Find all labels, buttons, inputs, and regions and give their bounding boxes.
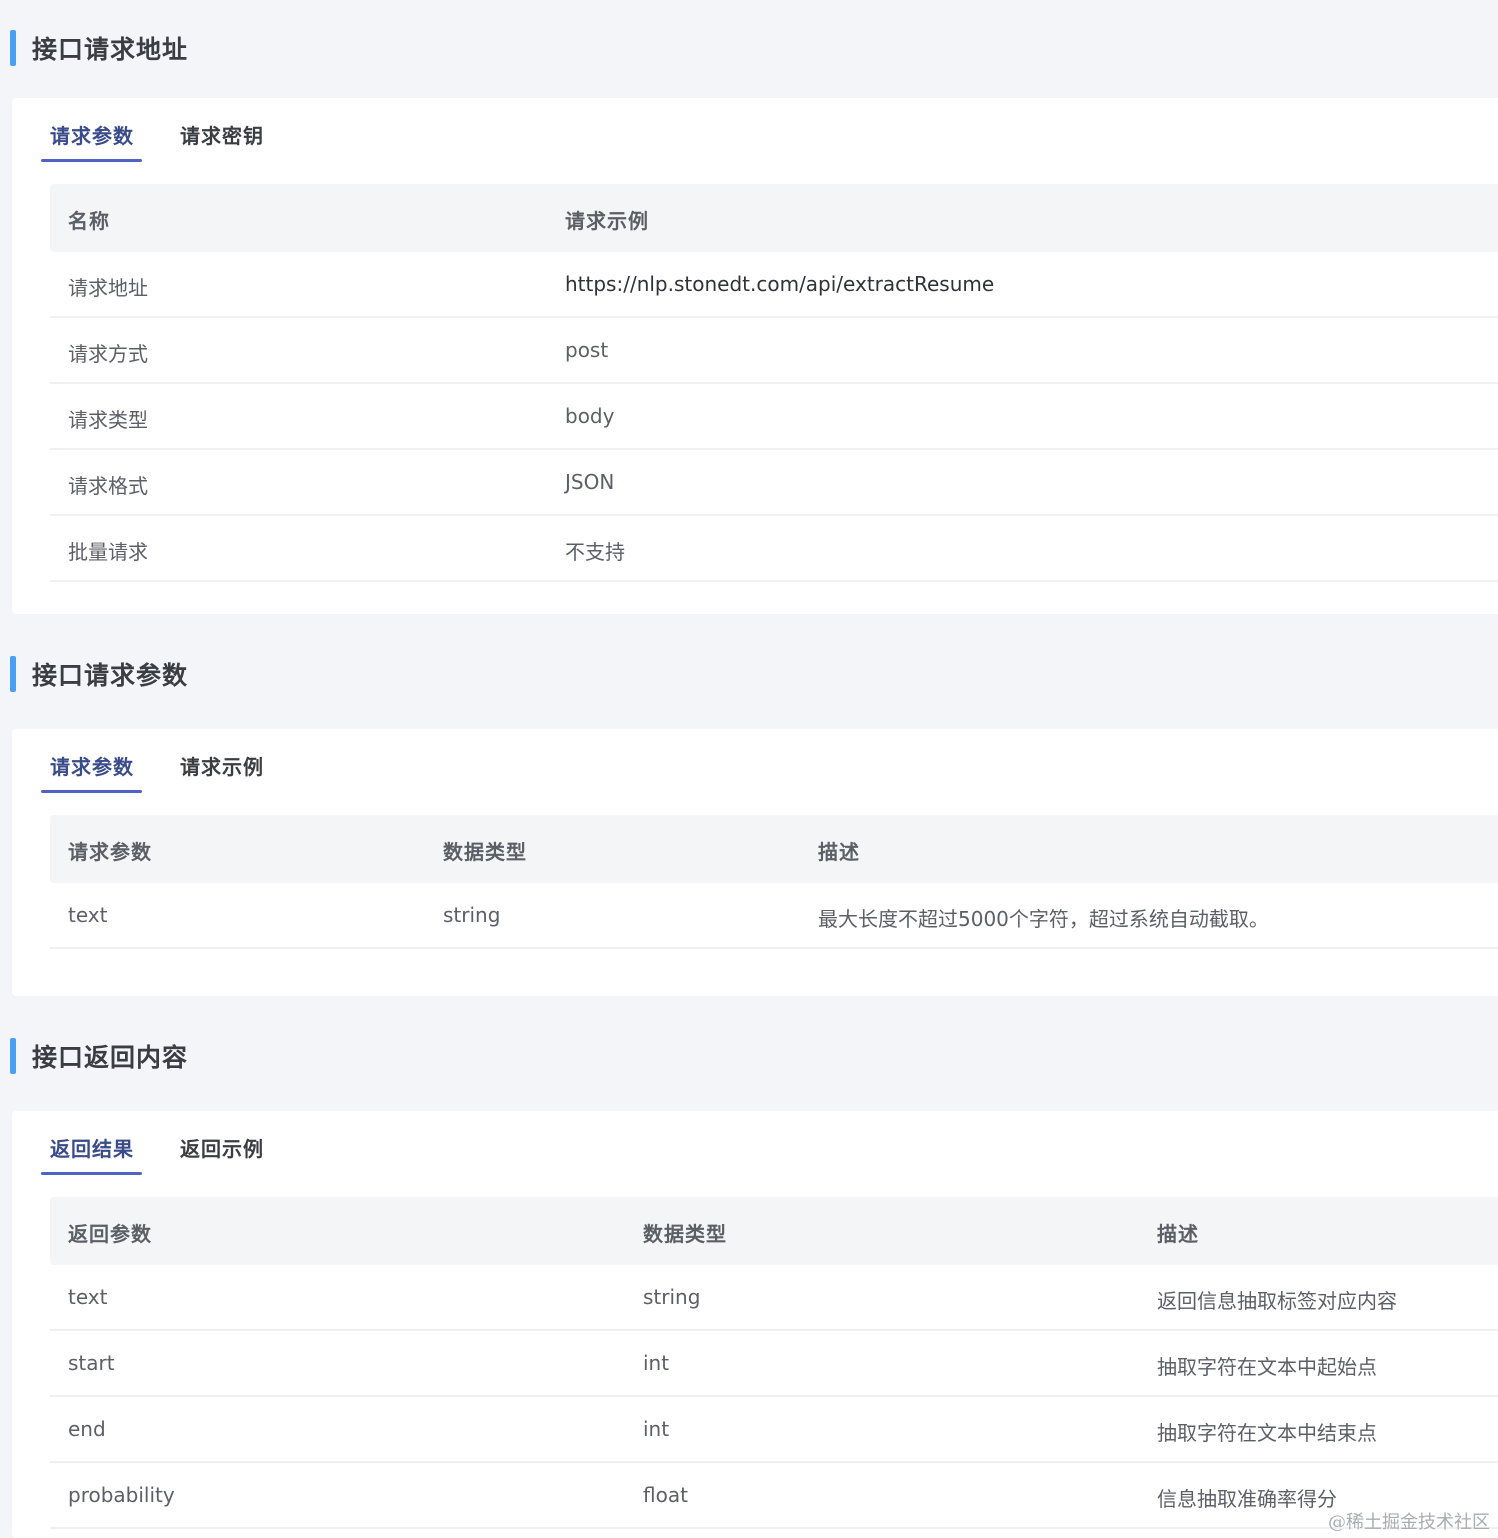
table-row: text string 最大长度不超过5000个字符，超过系统自动截取。 [50,883,1498,949]
tab-request-params[interactable]: 请求参数 [50,751,134,780]
row-value: post [565,338,609,362]
api-doc-page: 接口请求地址 请求参数 请求密钥 名称 请求示例 请求地址 https://nl… [0,0,1498,1538]
return-param-type: int [643,1417,670,1441]
row-label: 请求类型 [68,408,148,432]
return-param-name: end [68,1417,106,1441]
table-row: probability float 信息抽取准确率得分 [50,1463,1498,1529]
watermark: @稀土掘金技术社区 [1328,1512,1490,1533]
return-param-description: 信息抽取准确率得分 [1157,1487,1337,1511]
return-param-description: 抽取字符在文本中结束点 [1157,1421,1377,1445]
table-row: 请求地址 https://nlp.stonedt.com/api/extract… [50,252,1498,318]
tab-bar: 请求参数 请求示例 [12,729,1498,799]
active-tab-indicator [41,790,142,793]
section-header-request-params: 接口请求参数 [0,626,1498,722]
tab-bar: 返回结果 返回示例 [12,1111,1498,1181]
tab-response-result[interactable]: 返回结果 [50,1133,134,1162]
row-label: 请求格式 [68,474,148,498]
table-row: text string 返回信息抽取标签对应内容 [50,1265,1498,1331]
active-tab-indicator [41,159,142,162]
tab-bar: 请求参数 请求密钥 [12,98,1498,168]
table-row: 请求方式 post [50,318,1498,384]
row-label: 请求方式 [68,342,148,366]
row-label: 请求地址 [68,276,148,300]
section-header-request-address: 接口请求地址 [0,0,1498,96]
column-header-return-param: 返回参数 [68,1222,152,1246]
section-title: 接口返回内容 [32,1043,189,1072]
tab-request-params[interactable]: 请求参数 [50,120,134,149]
return-param-name: text [68,1285,108,1309]
tab-request-example[interactable]: 请求示例 [180,751,264,780]
response-table: 返回参数 数据类型 描述 text string 返回信息抽取标签对应内容 st… [50,1197,1498,1529]
table-row: 请求类型 body [50,384,1498,450]
response-card: 返回结果 返回示例 返回参数 数据类型 描述 text string 返回信息抽… [12,1111,1498,1538]
section-title: 接口请求参数 [32,661,189,690]
column-header-description: 描述 [818,840,860,864]
section-accent-bar [10,1038,16,1074]
row-value: body [565,404,615,428]
column-header-example: 请求示例 [565,209,649,233]
table-header: 返回参数 数据类型 描述 [50,1197,1498,1265]
table-header: 名称 请求示例 [50,184,1498,252]
row-value: 不支持 [565,540,625,564]
return-param-type: float [643,1483,688,1507]
param-name: text [68,903,108,927]
section-title: 接口请求地址 [32,35,189,64]
section-header-response: 接口返回内容 [0,1008,1498,1104]
section-accent-bar [10,30,16,66]
request-params-table: 请求参数 数据类型 描述 text string 最大长度不超过5000个字符，… [50,815,1498,949]
table-row: 批量请求 不支持 [50,516,1498,582]
column-header-description: 描述 [1157,1222,1199,1246]
request-address-table: 名称 请求示例 请求地址 https://nlp.stonedt.com/api… [50,184,1498,582]
table-row: 请求格式 JSON [50,450,1498,516]
request-url-value: https://nlp.stonedt.com/api/extractResum… [565,272,995,296]
tab-request-key[interactable]: 请求密钥 [180,120,264,149]
return-param-description: 抽取字符在文本中起始点 [1157,1355,1377,1379]
return-param-type: int [643,1351,670,1375]
tab-response-example[interactable]: 返回示例 [180,1133,264,1162]
section-accent-bar [10,656,16,692]
active-tab-indicator [41,1172,142,1175]
column-header-name: 名称 [68,209,110,233]
return-param-type: string [643,1285,701,1309]
row-label: 批量请求 [68,540,148,564]
table-row: end int 抽取字符在文本中结束点 [50,1397,1498,1463]
param-description: 最大长度不超过5000个字符，超过系统自动截取。 [818,907,1269,931]
request-params-card: 请求参数 请求示例 请求参数 数据类型 描述 text string 最大长度不… [12,729,1498,996]
row-value: JSON [565,470,615,494]
table-header: 请求参数 数据类型 描述 [50,815,1498,883]
column-header-type: 数据类型 [443,840,527,864]
table-row: start int 抽取字符在文本中起始点 [50,1331,1498,1397]
return-param-description: 返回信息抽取标签对应内容 [1157,1289,1397,1313]
request-address-card: 请求参数 请求密钥 名称 请求示例 请求地址 https://nlp.stone… [12,98,1498,614]
return-param-name: start [68,1351,115,1375]
param-type: string [443,903,501,927]
column-header-param: 请求参数 [68,840,152,864]
return-param-name: probability [68,1483,175,1507]
column-header-type: 数据类型 [643,1222,727,1246]
